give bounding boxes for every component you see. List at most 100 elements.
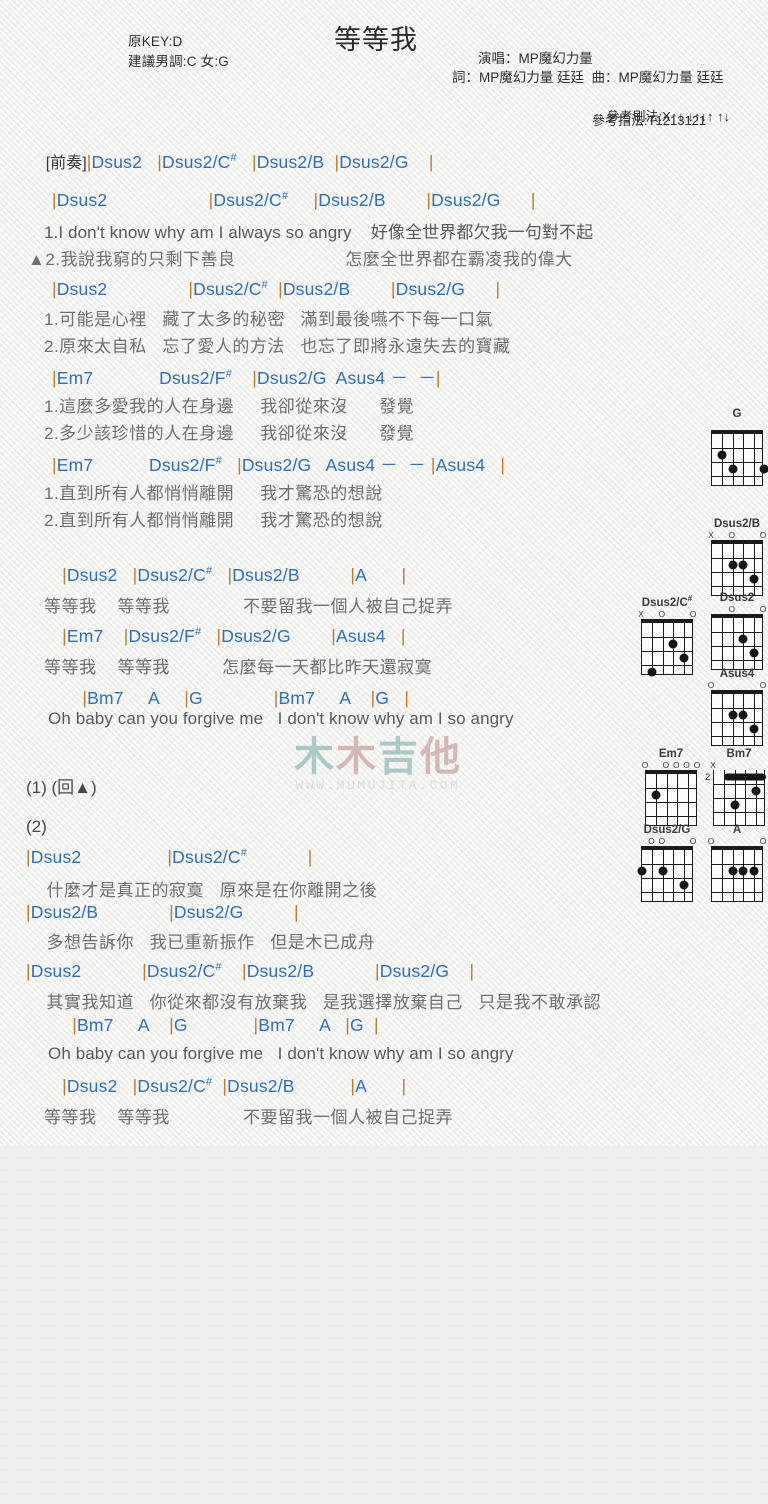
chord-diagram-em7: Em7 O O O O O — [640, 748, 702, 826]
lyric-line: ▲2.我說我窮的只剩下善良 怎麼全世界都在霸凌我的偉大 — [28, 250, 573, 269]
intro-label: [前奏] — [45, 155, 87, 172]
chord-fretboard — [711, 614, 763, 670]
chord-line: |Dsus2 |Dsus2/C# |Dsus2/B |A | — [62, 565, 407, 585]
chord-open-markers: XOO — [638, 608, 697, 619]
chord-line: |Bm7 A |G |Bm7 A |G | — [72, 1015, 379, 1035]
intro-line: [前奏]|Dsus2 |Dsus2/C# |Dsus2/B |Dsus2/G | — [28, 131, 434, 191]
lyric-line: 1.這麼多愛我的人在身邊 我卻從來沒 發覺 — [44, 397, 415, 416]
lyric-line: 其實我知道 你從來都沒有放棄我 是我選擇放棄自己 只是我不敢承認 — [36, 993, 601, 1012]
chord-diagram-name: Dsus2 — [719, 592, 755, 604]
chord-diagram-name: G — [732, 408, 742, 420]
chord-fretboard — [711, 430, 768, 486]
chord-fretboard — [645, 770, 697, 826]
chord-diagram-dsus2: Dsus2 O O — [706, 592, 768, 670]
chord-fretboard: 2 — [705, 770, 766, 826]
suggested-key: 建議男調:C 女:G — [128, 54, 230, 69]
chord-diagram-bm7: Bm7 X 2 — [705, 748, 768, 826]
chord-finger-dot — [658, 866, 668, 876]
chord-finger-dot — [749, 574, 759, 584]
lyric-line: 1.可能是心裡 藏了太多的秘密 滿到最後嚥不下每一口氣 — [44, 310, 494, 329]
chord-open-markers — [706, 421, 768, 430]
chord-finger-dot — [728, 560, 738, 570]
chord-finger-dot — [647, 667, 657, 677]
chord-open-markers: OOOOO — [641, 760, 701, 770]
chord-diagram-name: A — [732, 824, 742, 836]
chord-barre — [724, 773, 766, 781]
lyric-line: 2.直到所有人都悄悄離開 我才驚恐的想說 — [44, 511, 383, 530]
chord-line: |Em7 Dsus2/F# |Dsus2/G Asus4 － －| — [52, 368, 441, 388]
chord-diagram-asus4: Asus4 O O — [706, 668, 768, 746]
chord-fretboard — [711, 540, 763, 596]
chord-open-markers: OO — [707, 680, 767, 690]
lyric-line: 什麼才是真正的寂寞 原來是在你離開之後 — [36, 881, 378, 900]
chord-finger-dot — [738, 634, 748, 644]
song-title: 等等我 — [334, 25, 418, 55]
chord-finger-dot — [717, 450, 727, 460]
chord-diagram-name: Dsus2/C# — [641, 594, 693, 609]
chord-line: |Em7 |Dsus2/F# |Dsus2/G |Asus4 | — [62, 626, 406, 646]
lyric-line: 等等我 等等我 不要留我一個人被自己捉弄 — [44, 597, 454, 616]
chord-finger-dot — [738, 560, 748, 570]
chord-line: |Dsus2/B |Dsus2/G | — [26, 902, 299, 922]
chord-diagram-dsus2-c: Dsus2/C# X O O — [636, 592, 698, 677]
chord-diagram-name: Dsus2/B — [713, 518, 761, 530]
chord-finger-dot — [730, 800, 740, 810]
chord-finger-dot — [749, 724, 759, 734]
repeat-marker: (1) (回▲) — [26, 778, 97, 797]
lyric-line: Oh baby can you forgive me I don't know … — [48, 1044, 514, 1063]
chord-finger-dot — [679, 880, 689, 890]
chord-diagram-name: Em7 — [658, 748, 684, 760]
writer-credit: 詞：MP魔幻力量 廷廷 曲：MP魔幻力量 廷廷 — [452, 70, 724, 85]
chord-diagram-dsus2-g: Dsus2/G O O O — [636, 824, 698, 902]
intro-chords: |Dsus2 |Dsus2/C# |Dsus2/B |Dsus2/G | — [86, 152, 434, 172]
chord-line: |Em7 Dsus2/F# |Dsus2/G Asus4 － － |Asus4 … — [52, 455, 506, 475]
lyric-line: 1.I don't know why am I always so angry … — [44, 223, 594, 242]
chord-finger-dot — [759, 464, 768, 474]
chord-finger-dot — [651, 790, 661, 800]
lyric-line: 2.原來太自私 忘了愛人的方法 也忘了即將永遠失去的寶藏 — [44, 337, 511, 356]
chord-diagram-dsus2-b: Dsus2/B X O O — [706, 518, 768, 596]
chord-finger-dot — [738, 710, 748, 720]
chord-fretboard — [641, 618, 693, 677]
chord-finger-dot — [668, 639, 678, 649]
chord-fretboard — [711, 690, 763, 746]
lyric-line: 等等我 等等我 不要留我一個人被自己捉弄 — [44, 1108, 454, 1127]
chord-line: |Dsus2 |Dsus2/C# |Dsus2/B |Dsus2/G | — [26, 961, 475, 981]
chord-finger-dot — [679, 653, 689, 663]
watermark-url: WWW.MUMUJITA.COM — [295, 778, 461, 793]
lyric-line: 1.直到所有人都悄悄離開 我才驚恐的想說 — [44, 484, 383, 503]
chord-open-markers: OO — [707, 836, 767, 846]
chord-line: |Bm7 A |G |Bm7 A |G | — [82, 688, 410, 708]
chord-finger-dot — [637, 866, 647, 876]
chord-fretboard — [711, 846, 763, 902]
chord-finger-dot — [749, 866, 759, 876]
lyric-line: 等等我 等等我 怎麼每一天都比昨天還寂寞 — [44, 658, 433, 677]
chord-line: |Dsus2 |Dsus2/C# |Dsus2/B |A | — [62, 1076, 407, 1096]
site-watermark: 木木吉他 WWW.MUMUJITA.COM — [278, 736, 478, 793]
fingering-pattern: 參考指法:T1213121 — [592, 113, 707, 128]
chord-diagram-name: Dsus2/G — [643, 824, 691, 836]
chord-finger-dot — [751, 786, 761, 796]
chord-open-markers: OOO — [648, 836, 697, 846]
chord-finger-dot — [728, 710, 738, 720]
chord-diagram-name: Bm7 — [726, 748, 752, 760]
chord-diagram-g: G — [706, 408, 768, 486]
verse-marker: (2) — [26, 817, 47, 836]
chord-fretboard — [637, 846, 693, 902]
chord-diagram-a: AOO — [706, 824, 768, 902]
chord-open-markers: OO — [728, 604, 767, 614]
lyric-line: Oh baby can you forgive me I don't know … — [48, 709, 514, 728]
chord-fret-number: 2 — [705, 772, 711, 783]
lyric-line: 多想告訴你 我已重新振作 但是木已成舟 — [36, 933, 376, 952]
chord-line: |Dsus2 |Dsus2/C# | — [26, 847, 313, 867]
chord-finger-dot — [728, 464, 738, 474]
chord-line: |Dsus2 |Dsus2/C# |Dsus2/B |Dsus2/G | — [52, 190, 536, 210]
chord-finger-dot — [749, 648, 759, 658]
chord-finger-dot — [738, 866, 748, 876]
singer-credit: 演唱：MP魔幻力量 — [478, 51, 593, 66]
lyric-line: 2.多少該珍惜的人在身邊 我卻從來沒 發覺 — [44, 424, 415, 443]
chord-finger-dot — [728, 866, 738, 876]
original-key: 原KEY:D — [128, 34, 183, 49]
chord-line: |Dsus2 |Dsus2/C# |Dsus2/B |Dsus2/G | — [52, 279, 501, 299]
watermark-logo: 木木吉他 — [294, 735, 462, 779]
